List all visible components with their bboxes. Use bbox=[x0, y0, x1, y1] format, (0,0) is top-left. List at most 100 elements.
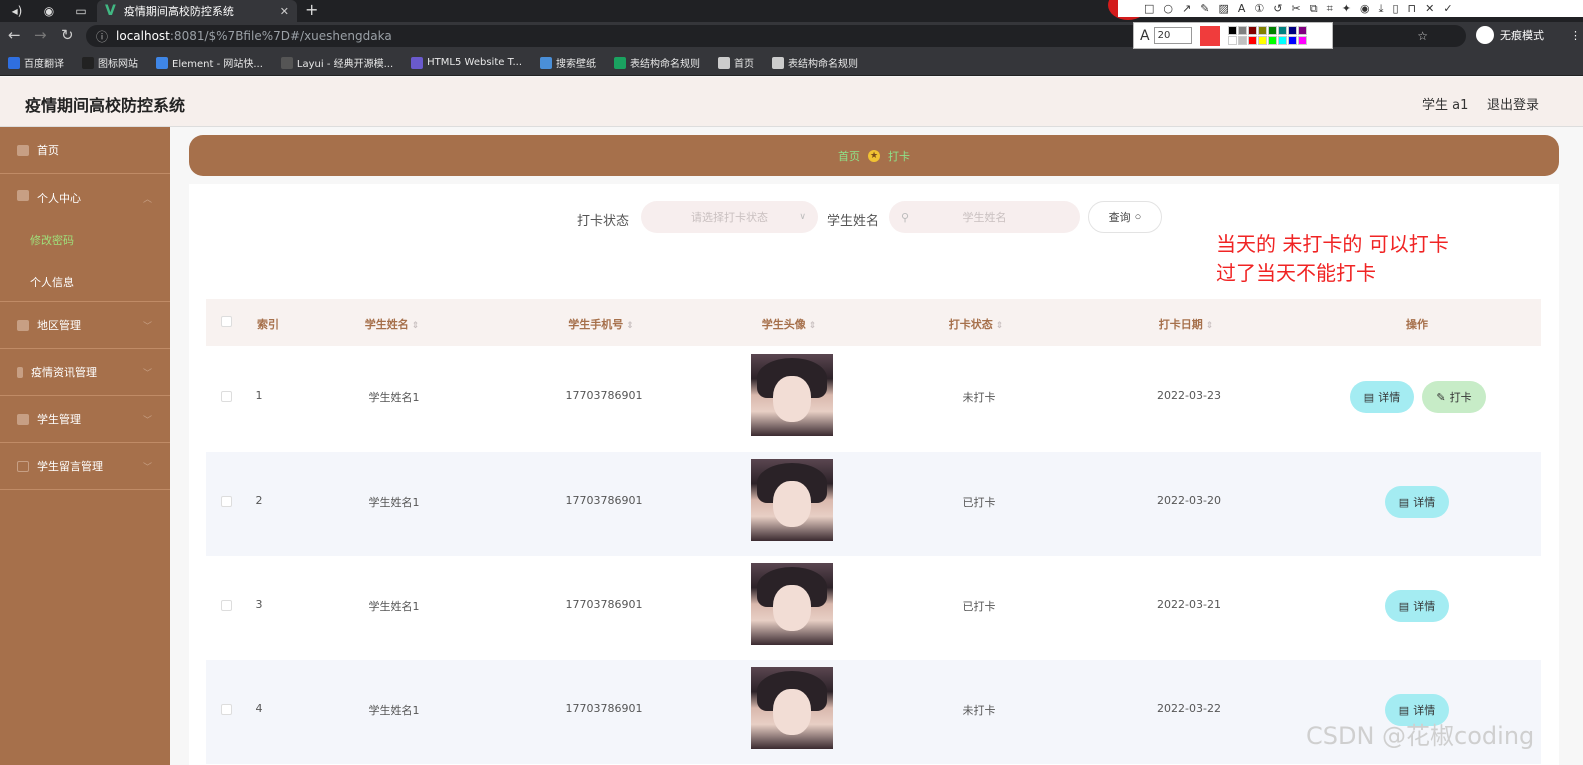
detail-button[interactable]: ▤ 详情 bbox=[1385, 590, 1449, 622]
sidebar-subitem-profile[interactable]: 个人信息 bbox=[30, 274, 74, 290]
bookmark-item[interactable]: 表结构命名规则 bbox=[614, 55, 700, 70]
sort-icon[interactable]: ⇕ bbox=[996, 321, 1004, 331]
confirm-icon[interactable]: ✓ bbox=[1443, 2, 1452, 15]
mosaic-tool-icon[interactable]: ▨ bbox=[1218, 2, 1228, 15]
font-size-select[interactable]: 20 bbox=[1153, 27, 1192, 44]
number-tool-icon[interactable]: ① bbox=[1254, 2, 1264, 15]
sidebar-subitem-change-password[interactable]: 修改密码 bbox=[30, 232, 74, 248]
text-tool-icon[interactable]: A bbox=[1238, 2, 1246, 15]
copy-icon[interactable]: ⧉ bbox=[1310, 2, 1318, 16]
column-header-date[interactable]: 打卡日期 ⇕ bbox=[1159, 316, 1214, 332]
palette-color-swatch[interactable] bbox=[1277, 36, 1287, 45]
back-icon[interactable]: ← bbox=[8, 26, 21, 44]
new-tab-button[interactable]: + bbox=[305, 0, 318, 22]
row-checkbox[interactable] bbox=[221, 391, 232, 402]
palette-color-swatch[interactable] bbox=[1237, 36, 1247, 45]
status-select[interactable]: 请选择打卡状态 ∨ bbox=[641, 201, 818, 233]
sidebar-item-personal-center[interactable]: 个人中心 ︿ bbox=[0, 174, 170, 302]
forward-icon[interactable]: → bbox=[34, 26, 47, 44]
bookmark-item[interactable]: 图标网站 bbox=[82, 55, 138, 70]
row-checkbox[interactable] bbox=[221, 704, 232, 715]
sort-icon[interactable]: ⇕ bbox=[1206, 321, 1214, 331]
bookmark-label: Layui - 经典开源模... bbox=[296, 59, 394, 70]
sidebar-item-news[interactable]: 疫情资讯管理 ﹀ bbox=[0, 349, 170, 396]
palette-color-swatch[interactable] bbox=[1257, 36, 1267, 45]
row-checkbox[interactable] bbox=[221, 496, 232, 507]
arrow-tool-icon[interactable]: ↗ bbox=[1182, 2, 1191, 15]
select-all-checkbox[interactable] bbox=[221, 316, 232, 327]
row-checkbox[interactable] bbox=[221, 600, 232, 611]
palette-color-swatch[interactable] bbox=[1297, 36, 1307, 45]
palette-color-swatch[interactable] bbox=[1227, 36, 1237, 45]
avatar-face bbox=[773, 585, 811, 631]
bookmark-item[interactable]: 首页 bbox=[718, 55, 754, 70]
sort-icon[interactable]: ⇕ bbox=[809, 321, 817, 331]
palette-color-swatch[interactable] bbox=[1257, 26, 1267, 35]
detail-button[interactable]: ▤ 详情 bbox=[1385, 486, 1449, 518]
bookmark-item[interactable]: 百度翻译 bbox=[8, 55, 64, 70]
bookmark-icon[interactable]: ⊓ bbox=[1408, 2, 1417, 15]
name-filter-label: 学生姓名 bbox=[827, 214, 880, 229]
document-icon: ▤ bbox=[1398, 496, 1410, 509]
column-header-status[interactable]: 打卡状态 ⇕ bbox=[949, 316, 1004, 332]
download-icon[interactable]: ⤓ bbox=[1379, 2, 1384, 16]
globe-icon[interactable]: ◉ bbox=[34, 0, 64, 22]
sort-icon[interactable]: ⇕ bbox=[412, 321, 420, 331]
detail-button[interactable]: ▤ 详情 bbox=[1350, 381, 1414, 413]
name-search-input[interactable]: ⚲ 学生姓名 bbox=[889, 201, 1080, 233]
cancel-icon[interactable]: ✕ bbox=[1425, 2, 1434, 15]
palette-color-swatch[interactable] bbox=[1247, 36, 1257, 45]
punch-button[interactable]: ✎ 打卡 bbox=[1422, 381, 1486, 413]
address-bar: ← → ↻ ⓘ localhost:8081/$%7Bfile%7D#/xues… bbox=[0, 22, 1583, 50]
current-color-swatch[interactable] bbox=[1199, 25, 1220, 46]
column-header-avatar[interactable]: 学生头像 ⇕ bbox=[762, 316, 817, 332]
palette-color-swatch[interactable] bbox=[1227, 26, 1237, 35]
window-icon[interactable]: ▭ bbox=[66, 0, 96, 22]
palette-color-swatch[interactable] bbox=[1267, 36, 1277, 45]
bookmark-item[interactable]: 搜索壁纸 bbox=[540, 55, 596, 70]
speaker-icon[interactable]: ◂) bbox=[2, 0, 32, 22]
menu-dots-icon[interactable]: ⋮ bbox=[1570, 29, 1581, 42]
record-icon[interactable]: ◉ bbox=[1360, 2, 1370, 15]
bookmark-item[interactable]: 表结构命名规则 bbox=[772, 55, 858, 70]
browser-tab[interactable]: V 疫情期间高校防控系统 ✕ bbox=[97, 0, 297, 22]
phone-icon[interactable]: ▯ bbox=[1392, 2, 1398, 15]
rect-tool-icon[interactable]: □ bbox=[1144, 2, 1154, 15]
scissors-icon[interactable]: ✂ bbox=[1291, 2, 1300, 15]
bookmark-item[interactable]: HTML5 Website T... bbox=[411, 56, 522, 69]
palette-color-swatch[interactable] bbox=[1277, 26, 1287, 35]
cell-index: 3 bbox=[255, 598, 263, 611]
column-header-phone[interactable]: 学生手机号 ⇕ bbox=[568, 316, 634, 332]
bookmark-item[interactable]: Element - 网站快... bbox=[156, 55, 263, 70]
palette-color-swatch[interactable] bbox=[1297, 26, 1307, 35]
circle-tool-icon[interactable]: ○ bbox=[1163, 2, 1173, 15]
cell-name: 学生姓名1 bbox=[368, 496, 420, 509]
breadcrumb-home[interactable]: 首页 bbox=[838, 148, 860, 164]
column-header-label: 学生姓名 bbox=[364, 318, 409, 331]
palette-color-swatch[interactable] bbox=[1247, 26, 1257, 35]
logout-link[interactable]: 退出登录 bbox=[1487, 94, 1539, 113]
palette-color-swatch[interactable] bbox=[1287, 36, 1297, 45]
close-tab-icon[interactable]: ✕ bbox=[280, 5, 289, 18]
bookmark-item[interactable]: Layui - 经典开源模... bbox=[280, 55, 394, 70]
sidebar-item-students[interactable]: 学生管理 ﹀ bbox=[0, 396, 170, 443]
reload-icon[interactable]: ↻ bbox=[61, 26, 74, 44]
sidebar-item-home[interactable]: 首页 bbox=[0, 127, 170, 174]
undo-icon[interactable]: ↺ bbox=[1273, 2, 1282, 15]
sidebar-item-messages[interactable]: 学生留言管理 ﹀ bbox=[0, 443, 170, 490]
column-header-name[interactable]: 学生姓名 ⇕ bbox=[365, 316, 420, 332]
pin-icon[interactable]: ✦ bbox=[1342, 2, 1351, 15]
query-button[interactable]: 查询 ○ bbox=[1088, 201, 1162, 233]
palette-color-swatch[interactable] bbox=[1267, 26, 1277, 35]
sidebar-item-region[interactable]: 地区管理 ﹀ bbox=[0, 302, 170, 349]
palette-color-swatch[interactable] bbox=[1287, 26, 1297, 35]
detail-button-label: 详情 bbox=[1413, 497, 1436, 509]
star-bookmark-icon[interactable]: ☆ bbox=[1417, 29, 1428, 43]
palette-color-swatch[interactable] bbox=[1237, 26, 1247, 35]
pen-tool-icon[interactable]: ✎ bbox=[1200, 2, 1209, 15]
csdn-watermark: CSDN @花椒coding bbox=[1306, 722, 1535, 750]
crop-icon[interactable]: ⌗ bbox=[1327, 2, 1333, 16]
punch-button-label: 打卡 bbox=[1449, 392, 1472, 404]
incognito-indicator[interactable]: 无痕模式 ⋮ bbox=[1476, 26, 1581, 44]
sort-icon[interactable]: ⇕ bbox=[626, 321, 634, 331]
